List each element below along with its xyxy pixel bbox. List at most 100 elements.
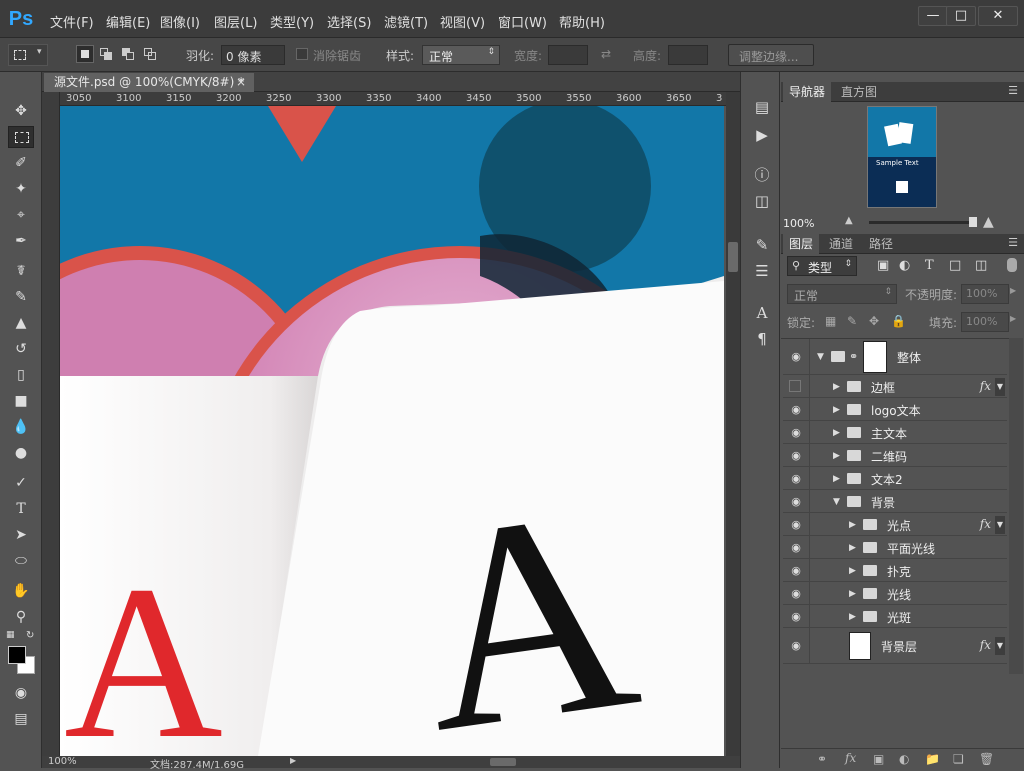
tab-navigator[interactable]: 导航器 (783, 82, 832, 102)
status-arrow-icon[interactable]: ▶ (290, 756, 296, 765)
maximize-button[interactable]: □ (946, 6, 976, 26)
eye-icon[interactable]: ◉ (789, 403, 803, 417)
eyedropper-tool-icon[interactable]: ✒ (8, 230, 34, 252)
opacity-arrow-icon[interactable]: ▶ (1010, 286, 1016, 295)
tab-paths[interactable]: 路径 (863, 234, 899, 254)
collapsed-arrow-icon[interactable]: ▶ (833, 427, 840, 439)
layer-effects-icon[interactable]: fx (980, 638, 991, 652)
filter-adjustment-icon[interactable]: ◐ (899, 258, 910, 273)
opacity-input[interactable]: 100% (961, 284, 1009, 304)
layer-effects-icon[interactable]: fx (980, 379, 991, 393)
filter-smart-object-icon[interactable]: ◫ (975, 258, 987, 273)
panel-menu-icon[interactable]: ☰ (1008, 84, 1018, 97)
properties-panel-icon[interactable]: ◫ (751, 190, 773, 212)
menu-edit[interactable]: 编辑(E) (106, 12, 150, 31)
dodge-tool-icon[interactable]: ● (8, 442, 34, 464)
collapsed-arrow-icon[interactable]: ▶ (833, 450, 840, 462)
swap-icon[interactable]: ⇄ (601, 47, 611, 61)
healing-brush-tool-icon[interactable]: ☤ (8, 260, 34, 282)
menu-file[interactable]: 文件(F) (50, 12, 94, 31)
blend-mode-select[interactable]: 正常 ⇕ (787, 284, 897, 304)
layer-row[interactable]: ◉ ▶ 文本2 (783, 467, 1007, 490)
zoom-level[interactable]: 100% (48, 756, 77, 767)
zoom-slider-track[interactable] (869, 221, 973, 224)
collapsed-arrow-icon[interactable]: ▶ (849, 519, 856, 531)
brush-presets-icon[interactable]: ☰ (751, 260, 773, 282)
filter-pixel-icon[interactable]: ▣ (877, 258, 889, 273)
antialias-checkbox[interactable] (296, 48, 308, 60)
scroll-thumb[interactable] (728, 242, 738, 272)
menu-type[interactable]: 类型(Y) (270, 12, 314, 31)
path-selection-tool-icon[interactable]: ➤ (8, 524, 34, 546)
eye-icon[interactable]: ◉ (789, 449, 803, 463)
layer-row[interactable]: ▶ 边框 fx ▼ (783, 375, 1007, 398)
layer-filter-select[interactable]: ⚲ 类型 ⇕ (787, 256, 857, 276)
collapsed-arrow-icon[interactable]: ▶ (849, 565, 856, 577)
intersect-selection-button[interactable] (142, 45, 160, 63)
hand-tool-icon[interactable]: ✋ (8, 580, 34, 602)
link-layers-icon[interactable]: ⚭ (817, 752, 827, 766)
layer-row[interactable]: ◉ ▶ logo文本 (783, 398, 1007, 421)
lock-pixels-icon[interactable]: ✎ (847, 314, 857, 328)
minimize-button[interactable]: — (918, 6, 948, 26)
filter-toggle-icon[interactable] (1007, 258, 1017, 272)
navigator-zoom[interactable]: 100% (783, 217, 814, 230)
layer-row[interactable]: ◉ ▼ 背景 (783, 490, 1007, 513)
lock-transparent-icon[interactable]: ▦ (825, 314, 836, 328)
new-group-icon[interactable]: 📁 (925, 752, 940, 766)
panel-menu-icon[interactable]: ☰ (1008, 236, 1018, 249)
lock-position-icon[interactable]: ✥ (869, 314, 879, 328)
tab-layers[interactable]: 图层 (783, 234, 820, 254)
effects-dropdown-icon[interactable]: ▼ (995, 637, 1005, 655)
effects-dropdown-icon[interactable]: ▼ (995, 378, 1005, 396)
group-mask-thumbnail[interactable] (863, 341, 887, 373)
fill-input[interactable]: 100% (961, 312, 1009, 332)
add-style-icon[interactable]: fx (845, 751, 856, 765)
pen-tool-icon[interactable]: ✓ (8, 472, 34, 494)
layer-row[interactable]: ◉ ▶ 平面光线 (783, 536, 1007, 559)
eraser-tool-icon[interactable]: ▯ (8, 364, 34, 386)
eye-icon[interactable]: ◉ (789, 610, 803, 624)
zoom-out-icon[interactable]: ▲ (845, 215, 853, 226)
eye-icon[interactable]: ◉ (789, 541, 803, 555)
filter-type-icon[interactable]: T (925, 258, 934, 273)
layer-row[interactable]: ◉ ▶ 光线 (783, 582, 1007, 605)
refine-edge-button[interactable]: 调整边缘... (728, 44, 814, 66)
ellipse-tool-icon[interactable]: ⬭ (8, 550, 34, 572)
add-mask-icon[interactable]: ▣ (873, 752, 884, 766)
layer-effects-icon[interactable]: fx (980, 517, 991, 531)
eye-icon[interactable]: ◉ (789, 639, 803, 653)
eye-icon[interactable]: ◉ (789, 350, 803, 364)
info-panel-icon[interactable]: ⓘ (751, 164, 773, 186)
eye-icon[interactable]: ◉ (789, 564, 803, 578)
quick-mask-icon[interactable]: ◉ (8, 682, 34, 704)
subtract-selection-button[interactable] (120, 45, 138, 63)
layer-row[interactable]: ◉ ▶ 光斑 (783, 605, 1007, 628)
zoom-in-icon[interactable]: ▲ (983, 214, 994, 230)
screen-mode-icon[interactable]: ▤ (8, 708, 34, 730)
eye-icon[interactable]: ◉ (789, 495, 803, 509)
horizontal-scroll-thumb[interactable] (490, 758, 516, 766)
add-selection-button[interactable] (98, 45, 116, 63)
new-selection-button[interactable] (76, 45, 94, 63)
collapsed-arrow-icon[interactable]: ▶ (833, 473, 840, 485)
blur-tool-icon[interactable]: 💧 (8, 416, 34, 438)
collapsed-arrow-icon[interactable]: ▶ (849, 588, 856, 600)
paragraph-panel-icon[interactable]: ¶ (751, 328, 773, 350)
delete-layer-icon[interactable]: 🗑 (979, 752, 994, 766)
default-colors-icon[interactable]: ▦ (6, 630, 15, 640)
layer-row[interactable]: ◉ ▼ ⚭ 整体 (783, 339, 1007, 375)
layer-thumbnail[interactable] (849, 632, 871, 660)
lasso-tool-icon[interactable]: ✐ (8, 152, 34, 174)
menu-filter[interactable]: 滤镜(T) (384, 12, 428, 31)
magic-wand-tool-icon[interactable]: ✦ (8, 178, 34, 200)
layer-row[interactable]: ◉ 背景层 fx ▼ (783, 628, 1007, 664)
brush-tool-icon[interactable]: ✎ (8, 286, 34, 308)
eye-icon[interactable]: ◉ (789, 472, 803, 486)
menu-layer[interactable]: 图层(L) (214, 12, 257, 31)
actions-panel-icon[interactable]: ▶ (751, 124, 773, 146)
expanded-arrow-icon[interactable]: ▼ (833, 496, 840, 508)
layer-row[interactable]: ◉ ▶ 光点 fx ▼ (783, 513, 1007, 536)
collapsed-arrow-icon[interactable]: ▶ (849, 542, 856, 554)
crop-tool-icon[interactable]: ⌖ (8, 204, 34, 226)
